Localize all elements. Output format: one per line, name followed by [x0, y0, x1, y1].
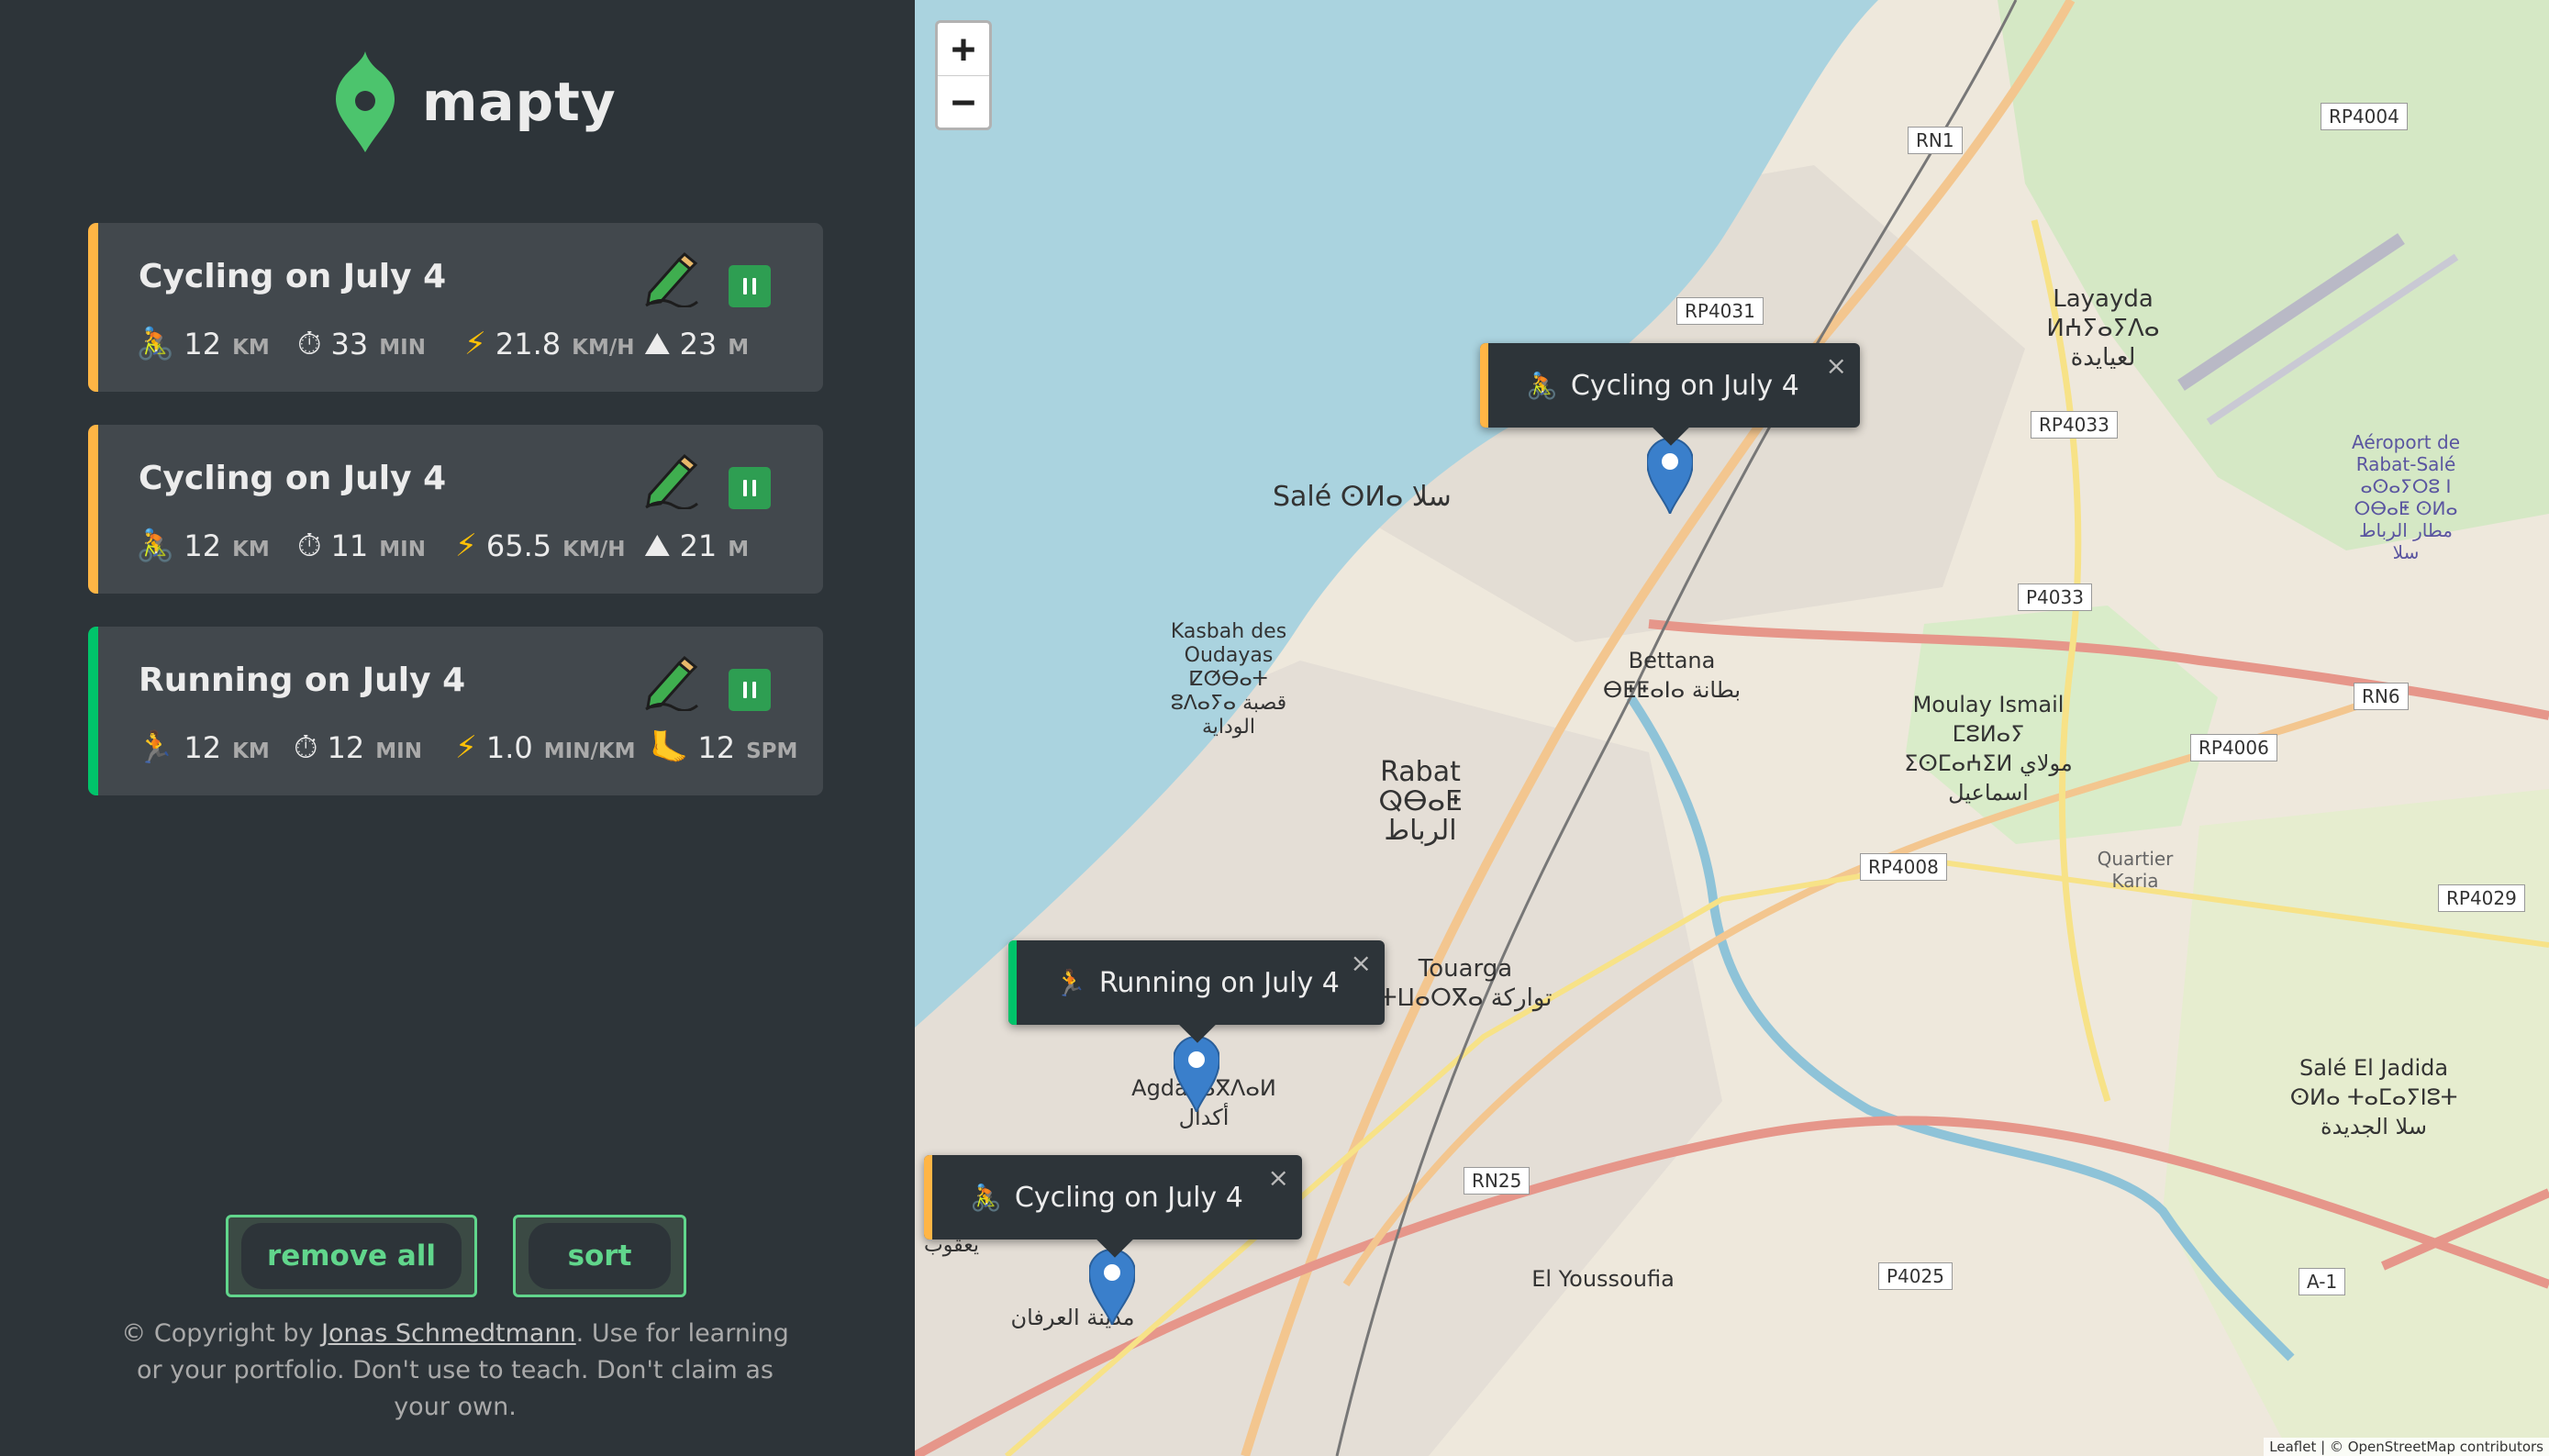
pencil-edit-icon[interactable] [642, 654, 699, 711]
zoom-out-button[interactable]: − [938, 76, 989, 128]
cyclist-icon: 🚴 [136, 326, 175, 362]
place-label: Touarga ⵜⵡⴰⵔⴳⴰ تواركة [1378, 955, 1553, 1012]
pace-stat: ⚡ 1.0 MIN/KM [455, 729, 636, 766]
workout-card-running[interactable]: Running on July 4 🏃 12 KM ⏱ 12 MIN ⚡ 1.0… [88, 627, 823, 795]
place-label: Layayda ⵍⵄⵢⴰⵢⴷⴰ لعيايدة [2046, 285, 2160, 372]
duration-stat: ⏱ 12 MIN [294, 729, 422, 766]
road-shield: P4033 [2018, 584, 2092, 611]
place-label: Aéroport de Rabat-Salé ⴰⵙⴰⵢⵔⵓ ⵏ ⵔⴱⴰⵟ ⵙⵍⴰ… [2351, 431, 2460, 563]
road-shield: RP4008 [1860, 853, 1947, 881]
speed-stat: ⚡ 65.5 KM/H [455, 528, 626, 564]
workout-type-bar [88, 223, 98, 392]
cadence-stat: 🦶 12 SPM [650, 729, 798, 766]
cyclist-icon: 🚴 [970, 1182, 1002, 1213]
road-shield: RP4006 [2190, 734, 2277, 761]
workout-card-cycling[interactable]: Cycling on July 4 🚴 12 KM ⏱ 33 MIN ⚡ 21.… [88, 223, 823, 392]
place-label: Rabat ⵕⴱⴰⵟ الرباط [1378, 756, 1463, 847]
road-shield: RP4029 [2438, 884, 2525, 912]
runner-icon: 🏃 [1054, 967, 1086, 998]
distance-stat: 🏃 12 KM [136, 729, 270, 766]
popup-label: Cycling on July 4 [1014, 1181, 1243, 1214]
footprint-icon: 🦶 [650, 729, 689, 766]
distance-stat: 🚴 12 KM [136, 528, 270, 564]
map-marker-icon[interactable] [1089, 1250, 1135, 1325]
map[interactable]: Salé ⵙⵍⴰ سلا Layayda ⵍⵄⵢⴰⵢⴷⴰ لعيايدة Aér… [915, 0, 2549, 1456]
duration-stat: ⏱ 11 MIN [297, 528, 426, 564]
copyright-text: © Copyright by Jonas Schmedtmann. Use fo… [121, 1319, 789, 1421]
pencil-edit-icon[interactable] [642, 452, 699, 509]
remove-all-button[interactable]: remove all [226, 1215, 477, 1297]
place-label: Bettana ⴱⵟⵟⴰⵏⴰ بطانة [1602, 648, 1742, 703]
zoom-in-button[interactable]: + [938, 23, 989, 76]
map-marker-icon[interactable] [1647, 439, 1693, 514]
road-shield: RN25 [1464, 1167, 1531, 1195]
duration-stat: ⏱ 33 MIN [297, 326, 426, 362]
zoom-control: + − [935, 20, 992, 130]
pencil-edit-icon[interactable] [642, 250, 699, 307]
popup-label: Running on July 4 [1098, 966, 1340, 999]
app-name: mapty [422, 71, 617, 133]
speed-stat: ⚡ 21.8 KM/H [464, 326, 635, 362]
runner-icon: 🏃 [136, 729, 175, 766]
road-shield: A-1 [2299, 1268, 2346, 1295]
place-label: Kasbah des Oudayas ⵇⵚⴱⴰⵜ ⵓⴷⴰⵢⴰ قصبة الود… [1170, 620, 1287, 739]
sidebar: mapty Cycling on July 4 🚴 12 KM ⏱ 33 MIN… [0, 0, 915, 1456]
workout-card-cycling[interactable]: Cycling on July 4 🚴 12 KM ⏱ 11 MIN ⚡ 65.… [88, 425, 823, 594]
place-label: El Youssoufia [1531, 1266, 1675, 1292]
workout-title: Cycling on July 4 [139, 258, 447, 295]
workout-type-bar [88, 627, 98, 795]
place-label: مدينة العرفان [1010, 1305, 1135, 1330]
road-shield: RN1 [1908, 127, 1963, 154]
cyclist-icon: 🚴 [1526, 370, 1558, 401]
close-icon[interactable]: × [1826, 350, 1847, 381]
trash-delete-icon[interactable] [729, 265, 771, 307]
close-icon[interactable]: × [1351, 948, 1372, 978]
author-link[interactable]: Jonas Schmedtmann [321, 1319, 576, 1348]
popup-label: Cycling on July 4 [1570, 369, 1799, 402]
map-popup-cycling[interactable]: 🚴 Cycling on July 4 × [924, 1155, 1302, 1258]
map-attribution[interactable]: Leaflet | © OpenStreetMap contributors [2264, 1438, 2549, 1456]
road-shield: RP4004 [2321, 103, 2408, 130]
workout-title: Cycling on July 4 [139, 460, 447, 497]
map-pin-logo-icon [336, 51, 395, 152]
elevation-stat: ⛰ 23 M [644, 326, 750, 362]
place-label: Salé ⵙⵍⴰ سلا [1273, 481, 1452, 513]
place-label: Quartier Karia [2097, 848, 2174, 892]
road-shield: RP4033 [2031, 411, 2118, 439]
workout-title: Running on July 4 [139, 661, 466, 699]
lightning-icon: ⚡ [455, 729, 477, 766]
trash-delete-icon[interactable] [729, 467, 771, 509]
trash-delete-icon[interactable] [729, 669, 771, 711]
sort-button[interactable]: sort [513, 1215, 686, 1297]
elevation-stat: ⛰ 21 M [644, 528, 750, 564]
lightning-icon: ⚡ [455, 528, 477, 564]
close-icon[interactable]: × [1268, 1162, 1289, 1193]
map-marker-icon[interactable] [1174, 1037, 1219, 1112]
map-popup-running[interactable]: 🏃 Running on July 4 × [1008, 940, 1385, 1043]
logo: mapty [336, 51, 617, 152]
map-popup-cycling[interactable]: 🚴 Cycling on July 4 × [1480, 343, 1860, 446]
place-label: Moulay Ismail ⵎⵓⵍⴰⵢ ⵉⵙⵎⴰⵄⵉⵍ مولاي اسماعي… [1904, 692, 2073, 806]
stopwatch-icon: ⏱ [294, 729, 318, 766]
workout-type-bar [88, 425, 98, 594]
lightning-icon: ⚡ [464, 326, 486, 362]
road-shield: RN6 [2354, 683, 2409, 710]
road-shield: P4025 [1878, 1262, 1953, 1290]
mountain-icon: ⛰ [644, 528, 671, 564]
place-label: Salé El Jadida ⵙⵍⴰ ⵜⴰⵎⴰⵢⵏⵓⵜ سلا الجديدة [2289, 1055, 2458, 1139]
road-shield: RP4031 [1676, 297, 1764, 325]
distance-stat: 🚴 12 KM [136, 326, 270, 362]
mountain-icon: ⛰ [644, 326, 671, 362]
stopwatch-icon: ⏱ [297, 326, 322, 362]
cyclist-icon: 🚴 [136, 528, 175, 564]
stopwatch-icon: ⏱ [297, 528, 322, 564]
